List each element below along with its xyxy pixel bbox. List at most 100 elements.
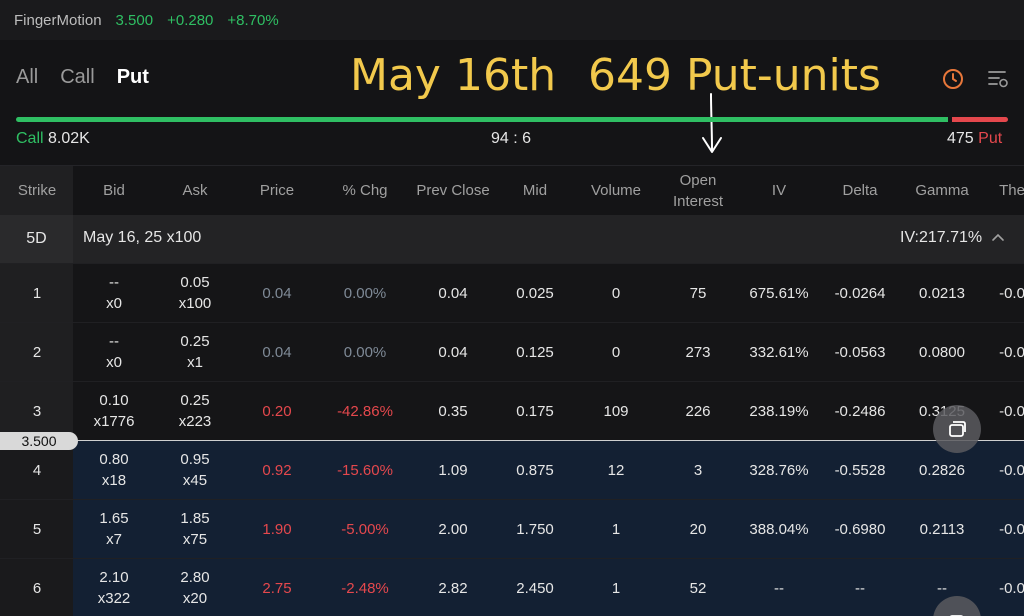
cell-bid-size: x0 [106, 295, 122, 312]
cell-strike-value: 2 [32, 343, 42, 361]
cell-oi-value: 226 [685, 402, 711, 420]
tab-all[interactable]: All [16, 66, 38, 89]
cell-bid: 2.10 x322 [98, 559, 131, 616]
cell-chg-value: -15.60% [337, 461, 393, 479]
table-row[interactable]: 3 0.10 x1776 0.25 x223 0.20 -42.86% 0.35 0.175 10… [0, 381, 1024, 440]
cell-iv-value: 328.76% [749, 461, 809, 479]
cell-theta-value: -0.0 [999, 520, 1024, 538]
cell-prev-value: 2.00 [438, 520, 468, 538]
cell-ask-size: x20 [182, 590, 208, 607]
cell-oi: 226 [685, 382, 710, 440]
cell-vol: 109 [603, 382, 628, 440]
tab-call[interactable]: Call [60, 66, 94, 89]
cell-mid-value: 1.750 [516, 520, 554, 538]
expiry-group-header[interactable]: 5D May 16, 25 x100 IV:217.71% [0, 215, 1024, 263]
cell-price: 0.04 [262, 323, 291, 381]
cell-mid: 2.450 [516, 559, 554, 616]
cell-ask-size: x100 [178, 295, 212, 312]
column-header-delta[interactable]: Delta [842, 166, 877, 215]
cell-prev: 0.04 [438, 264, 467, 322]
clock-icon[interactable] [940, 66, 966, 92]
cell-mid-value: 0.025 [516, 284, 554, 302]
column-header-theta[interactable]: The [999, 166, 1024, 215]
cell-prev-value: 0.04 [438, 343, 468, 361]
cell-prev: 2.82 [438, 559, 467, 616]
call-share-bar [16, 117, 949, 122]
cell-delta-value: -0.6980 [834, 520, 886, 538]
cell-bid-value: 0.10 [99, 392, 129, 409]
column-header-mid[interactable]: Mid [523, 166, 547, 215]
cell-vol: 12 [608, 441, 625, 499]
cell-bid-value: 0.80 [99, 451, 129, 468]
column-header-price[interactable]: Price [260, 166, 294, 215]
cell-ask-size: x223 [178, 413, 212, 430]
cell-theta: -0.0 [999, 441, 1024, 499]
cell-delta-value: -0.5528 [834, 461, 886, 479]
put-volume-summary: 475 Put [947, 130, 1002, 148]
cell-gamma-value: 0.2826 [919, 461, 965, 479]
cell-vol-value: 1 [611, 520, 621, 538]
cell-oi-value: 20 [689, 520, 707, 538]
option-type-tabs: All Call Put [16, 66, 171, 89]
cell-vol: 0 [612, 264, 620, 322]
cell-oi-value: 52 [689, 579, 707, 597]
cell-oi: 3 [694, 441, 702, 499]
cell-iv-value: 332.61% [749, 343, 809, 361]
call-put-ratio-bar [16, 117, 1008, 122]
column-header-pct-chg[interactable]: % Chg [342, 166, 387, 215]
put-label: Put [978, 130, 1003, 147]
cell-theta-value: -0.0 [999, 461, 1024, 479]
cell-theta: -0.0 [999, 500, 1024, 558]
table-row[interactable]: 4 0.80 x18 0.95 x45 0.92 -15.60% 1.09 0.875 12 3 32… [0, 440, 1024, 499]
cell-price: 2.75 [262, 559, 291, 616]
annotation-units: 649 Put-units [588, 50, 881, 101]
cell-strike-value: 5 [32, 520, 42, 538]
table-row[interactable]: 2 -- x0 0.25 x1 0.04 0.00% 0.04 0.125 0 273 332.61%… [0, 322, 1024, 381]
tab-put[interactable]: Put [117, 66, 149, 89]
cell-ask-value: 1.85 [180, 510, 210, 527]
column-header-strike[interactable]: Strike [18, 166, 56, 215]
cell-bid-value: -- [109, 333, 119, 350]
cell-ask: 1.85 x75 [180, 500, 209, 558]
column-header-ask[interactable]: Ask [182, 166, 207, 215]
chevron-up-icon[interactable] [990, 229, 1006, 245]
column-header-open-interest[interactable]: Open Interest [673, 166, 723, 215]
cell-chg-value: 0.00% [343, 284, 387, 302]
ticker-bar: FingerMotion 3.500 +0.280 +8.70% [0, 0, 1024, 40]
cell-prev: 2.00 [438, 500, 467, 558]
cell-strike-value: 4 [32, 461, 42, 479]
table-row[interactable]: 1 -- x0 0.05 x100 0.04 0.00% 0.04 0.025 0 75 675.61… [0, 263, 1024, 322]
column-header-prev-close[interactable]: Prev Close [416, 166, 489, 215]
filter-settings-icon[interactable] [985, 66, 1011, 92]
cell-delta: -0.2486 [835, 382, 886, 440]
cell-price-value: 0.92 [262, 461, 292, 479]
ticker-name: FingerMotion [14, 11, 102, 29]
column-header-gamma[interactable]: Gamma [915, 166, 968, 215]
cell-ask-value: 0.25 [180, 392, 210, 409]
cell-chg: 0.00% [344, 323, 387, 381]
cell-oi: 20 [690, 500, 707, 558]
cell-chg: -42.86% [337, 382, 393, 440]
cell-mid-value: 2.450 [516, 579, 554, 597]
column-header-bid[interactable]: Bid [103, 166, 125, 215]
column-header-iv[interactable]: IV [772, 166, 786, 215]
cell-strike: 1 [33, 264, 41, 322]
cell-bid-size: x1776 [93, 413, 135, 430]
cell-delta: -0.0563 [835, 323, 886, 381]
cell-ask-value: 0.05 [180, 274, 210, 291]
rotate-screen-button[interactable] [933, 405, 981, 453]
cell-delta-value: -- [855, 579, 865, 597]
cell-mid-value: 0.875 [516, 461, 554, 479]
cell-delta-value: -0.0264 [834, 284, 886, 302]
cell-chg: -2.48% [341, 559, 389, 616]
table-header: Strike Bid Ask Price % Chg Prev Close Mi… [0, 165, 1024, 215]
table-row[interactable]: 6 2.10 x322 2.80 x20 2.75 -2.48% 2.82 2.450 1 52 --… [0, 558, 1024, 616]
cell-vol-value: 0 [611, 284, 621, 302]
table-row[interactable]: 5 1.65 x7 1.85 x75 1.90 -5.00% 2.00 1.750 1 20 388.… [0, 499, 1024, 558]
cell-mid: 0.025 [516, 264, 554, 322]
column-header-volume[interactable]: Volume [591, 166, 641, 215]
cell-vol-value: 1 [611, 579, 621, 597]
cell-price-value: 1.90 [262, 520, 292, 538]
cell-ask-value: 0.25 [180, 333, 210, 350]
cell-chg: 0.00% [344, 264, 387, 322]
